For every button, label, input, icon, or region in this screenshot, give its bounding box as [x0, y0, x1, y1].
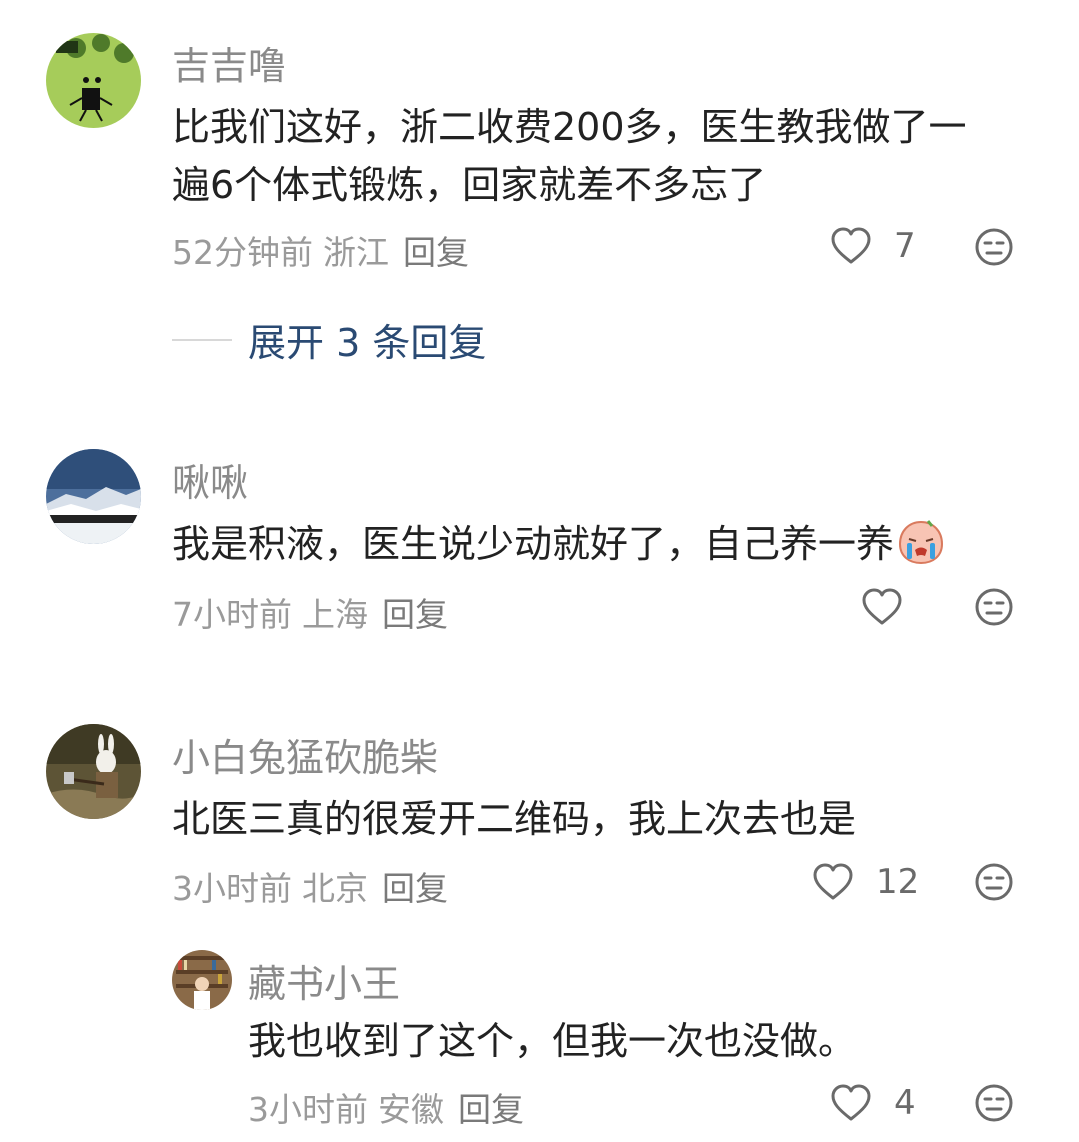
username[interactable]: 吉吉噜 [172, 35, 286, 90]
unamused-face-icon[interactable] [974, 227, 1014, 267]
timestamp: 3小时前 [172, 869, 292, 908]
divider [172, 338, 232, 341]
like-button[interactable]: 7 [830, 226, 916, 266]
reply-button[interactable]: 回复 [458, 1090, 524, 1129]
comment-text-line: 我也收到了这个，但我一次也没做。 [248, 1019, 857, 1063]
comment-meta: 7小时前 上海 回复 [172, 588, 458, 636]
expand-replies-button[interactable]: 展开 3 条回复 [172, 312, 486, 367]
like-button[interactable] [861, 588, 903, 626]
heart-outline-icon [813, 863, 853, 900]
comment-text-line: 比我们这好，浙二收费200多，医生教我做了一 [172, 105, 967, 149]
like-button[interactable]: 12 [812, 862, 919, 902]
username[interactable]: 藏书小王 [248, 953, 400, 1008]
avatar[interactable] [46, 449, 141, 544]
location: 安徽 [378, 1090, 444, 1129]
timestamp: 3小时前 [248, 1090, 368, 1129]
unamused-face-icon[interactable] [974, 1083, 1014, 1123]
comment-text: 比我们这好，浙二收费200多，医生教我做了一 遍6个体式锻炼，回家就差不多忘了 [172, 98, 1052, 214]
comment-text-line: 北医三真的很爱开二维码，我上次去也是 [172, 797, 857, 841]
like-button[interactable]: 4 [830, 1083, 916, 1123]
username[interactable]: 啾啾 [172, 452, 248, 507]
unamused-face-icon[interactable] [974, 862, 1014, 902]
timestamp: 52分钟前 [172, 233, 313, 272]
heart-outline-icon [831, 227, 871, 264]
timestamp: 7小时前 [172, 595, 292, 634]
comment-text: 我也收到了这个，但我一次也没做。 [248, 1012, 1048, 1070]
location: 北京 [302, 869, 368, 908]
location: 上海 [302, 595, 368, 634]
like-count: 4 [894, 1083, 916, 1123]
comment-text: 北医三真的很爱开二维码，我上次去也是 [172, 790, 1052, 848]
expand-replies-label: 展开 3 条回复 [248, 321, 487, 365]
avatar[interactable] [46, 724, 141, 819]
comment-text: 我是积液，医生说少动就好了，自己养一养 [172, 515, 1052, 573]
comment-text-line: 我是积液，医生说少动就好了，自己养一养 [172, 522, 895, 566]
heart-outline-icon [862, 588, 902, 625]
comment-text-line: 遍6个体式锻炼，回家就差不多忘了 [172, 163, 767, 207]
location: 浙江 [323, 233, 389, 272]
unamused-face-icon[interactable] [974, 587, 1014, 627]
comment-meta: 3小时前 安徽 回复 [248, 1083, 534, 1131]
like-count: 12 [876, 862, 920, 902]
reply-button[interactable]: 回复 [382, 869, 448, 908]
heart-outline-icon [831, 1084, 871, 1121]
reply-button[interactable]: 回复 [382, 595, 448, 634]
like-count: 7 [894, 226, 916, 266]
comment-meta: 52分钟前 浙江 回复 [172, 226, 479, 274]
avatar[interactable] [172, 950, 232, 1010]
username[interactable]: 小白兔猛砍脆柴 [172, 727, 438, 782]
crying-face-emoji [899, 520, 944, 565]
comment-meta: 3小时前 北京 回复 [172, 862, 458, 910]
avatar[interactable] [46, 33, 141, 128]
reply-button[interactable]: 回复 [403, 233, 469, 272]
